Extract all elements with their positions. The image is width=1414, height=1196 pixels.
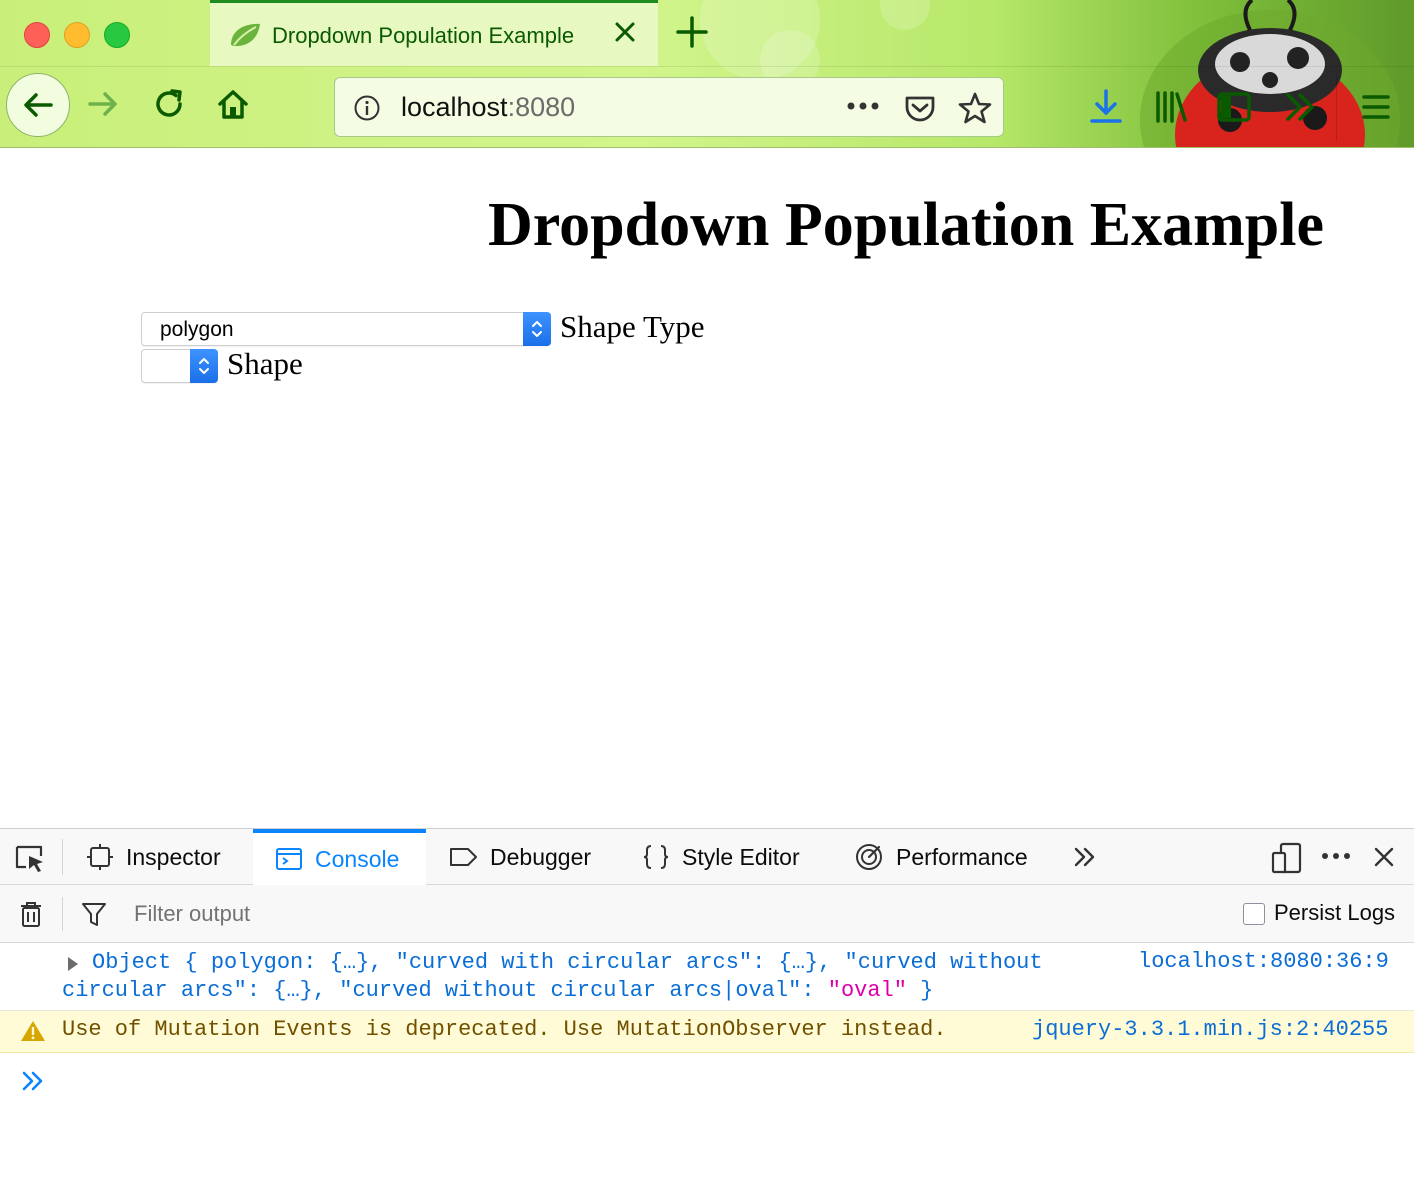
log-source-link[interactable]: localhost:8080:36:9 xyxy=(1138,949,1389,974)
spring-leaf-icon xyxy=(231,23,260,47)
window-close-button[interactable] xyxy=(24,22,50,48)
new-tab-plus-icon[interactable] xyxy=(672,12,712,52)
console-prompt-icon[interactable] xyxy=(20,1067,48,1095)
log-text-part: : xyxy=(801,978,828,1003)
page-content: Dropdown Population Example polygon Shap… xyxy=(0,148,1414,828)
style-editor-braces-icon xyxy=(643,845,669,869)
close-tab-icon[interactable] xyxy=(610,17,640,47)
overflow-chevron-icon[interactable] xyxy=(1280,87,1320,127)
close-devtools-icon[interactable] xyxy=(1372,845,1396,869)
bookmark-star-icon[interactable] xyxy=(957,90,993,126)
tab-title: Dropdown Population Example xyxy=(272,23,575,48)
console-log-row: Object { polygon: {…}, "curved with circ… xyxy=(0,943,1414,1011)
devtools-options-more-icon[interactable] xyxy=(1320,849,1352,863)
url-text: localhost:8080 xyxy=(401,92,575,123)
persist-logs-checkbox[interactable] xyxy=(1243,903,1265,925)
tab-performance[interactable]: Performance xyxy=(854,829,1028,885)
debugger-icon xyxy=(450,848,477,866)
url-bar[interactable]: localhost:8080 xyxy=(334,77,1004,137)
tab-style-editor[interactable]: Style Editor xyxy=(642,829,800,885)
log-text-part: Object { polygon: {…}, xyxy=(92,950,396,975)
select-arrows-icon xyxy=(190,349,218,383)
console-warning-row: Use of Mutation Events is deprecated. Us… xyxy=(0,1011,1414,1053)
shape-type-label: Shape Type xyxy=(560,309,705,344)
navigation-toolbar: localhost:8080 xyxy=(0,66,1414,148)
back-arrow-icon xyxy=(24,93,53,117)
tab-label: Console xyxy=(315,845,400,872)
home-button[interactable] xyxy=(208,79,258,129)
log-string: "curved without circular arcs|oval" xyxy=(339,978,802,1003)
log-text-part: } xyxy=(906,978,934,1003)
warning-source-link[interactable]: jquery-3.3.1.min.js:2:40255 xyxy=(1032,1017,1388,1042)
sidebar-icon[interactable] xyxy=(1214,87,1254,127)
trash-icon[interactable] xyxy=(18,900,44,928)
forward-button[interactable] xyxy=(78,79,128,129)
url-port: :8080 xyxy=(507,92,576,122)
performance-gauge-icon xyxy=(856,844,882,870)
log-text-part: : {…}, xyxy=(246,978,340,1003)
tab-debugger[interactable]: Debugger xyxy=(448,829,591,885)
back-button[interactable] xyxy=(6,73,70,137)
console-filter-bar: Filter output Persist Logs xyxy=(0,885,1414,943)
reload-icon xyxy=(156,89,182,117)
console-icon xyxy=(276,848,302,870)
filter-output-input[interactable]: Filter output xyxy=(134,901,250,927)
browser-chrome: Dropdown Population Example localhost:80… xyxy=(0,0,1414,148)
tab-label: Style Editor xyxy=(682,843,800,870)
tab-label: Debugger xyxy=(490,843,592,870)
shape-select[interactable] xyxy=(141,349,218,383)
persist-logs-label: Persist Logs xyxy=(1274,900,1396,925)
warning-message: Use of Mutation Events is deprecated. Us… xyxy=(62,1017,947,1042)
pocket-icon[interactable] xyxy=(903,92,937,126)
tab-label: Performance xyxy=(896,843,1028,870)
window-minimize-button[interactable] xyxy=(64,22,90,48)
log-message[interactable]: Object { polygon: {…}, "curved with circ… xyxy=(62,949,1122,1005)
downloads-icon[interactable] xyxy=(1086,87,1126,127)
select-arrows-icon xyxy=(523,312,551,346)
library-icon[interactable] xyxy=(1150,87,1190,127)
page-title: Dropdown Population Example xyxy=(487,191,1324,259)
shape-type-select[interactable]: polygon xyxy=(141,312,551,346)
tab-label: Inspector xyxy=(126,843,221,870)
devtools-panel: Inspector Console Debugger Style Editor xyxy=(0,828,1414,1196)
page-actions-more-icon[interactable] xyxy=(845,100,881,112)
toolbar-separator xyxy=(62,897,63,931)
window-maximize-button[interactable] xyxy=(104,22,130,48)
devtools-toolbar: Inspector Console Debugger Style Editor xyxy=(0,829,1414,885)
toolbar-separator xyxy=(1336,75,1337,141)
log-text-part: : {…}, xyxy=(752,950,845,975)
tab-console[interactable]: Console xyxy=(253,829,426,885)
shape-type-select-value: polygon xyxy=(160,318,234,341)
url-host: localhost xyxy=(401,92,508,122)
element-picker-icon[interactable] xyxy=(14,843,46,873)
home-icon xyxy=(218,90,248,119)
log-string-value: "oval" xyxy=(827,978,907,1003)
browser-tab[interactable]: Dropdown Population Example xyxy=(210,0,658,66)
tab-inspector[interactable]: Inspector xyxy=(86,829,221,885)
filter-funnel-icon xyxy=(82,903,106,926)
hamburger-menu-icon[interactable] xyxy=(1356,87,1396,127)
info-icon[interactable] xyxy=(353,94,381,122)
more-tools-chevron-icon[interactable] xyxy=(1072,845,1098,869)
inspector-icon xyxy=(87,844,113,870)
forward-arrow-icon xyxy=(88,92,117,116)
warning-icon xyxy=(21,1021,45,1041)
reload-button[interactable] xyxy=(144,79,194,129)
responsive-design-icon[interactable] xyxy=(1270,841,1304,875)
log-string: "curved with circular arcs" xyxy=(395,950,753,975)
tab-strip: Dropdown Population Example xyxy=(0,0,1414,66)
toolbar-separator xyxy=(62,839,63,875)
shape-label: Shape xyxy=(227,346,303,381)
